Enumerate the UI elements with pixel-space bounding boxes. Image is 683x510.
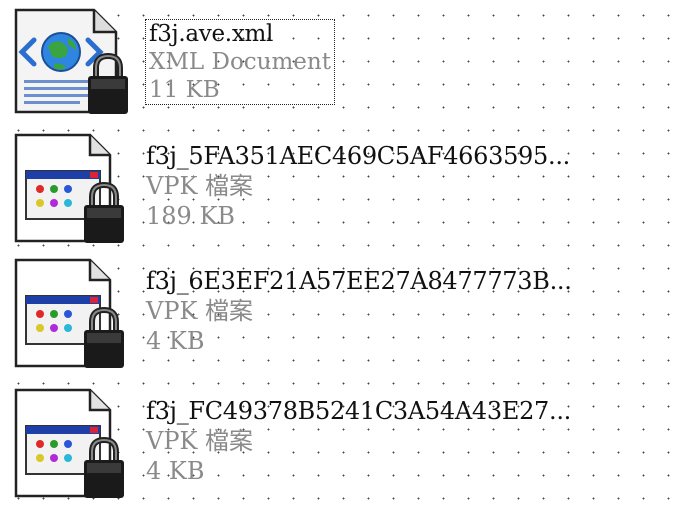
file-details: f3j_FC49378B5241C3A54A43E27... VPK 檔案 4 … <box>146 396 571 486</box>
file-details: f3j_6E3EF21A57EE27A8477773B... VPK 檔案 4 … <box>146 266 572 356</box>
file-size: 4 KB <box>146 457 205 485</box>
vpk-file-locked-icon <box>10 133 140 245</box>
file-size: 189 KB <box>146 202 236 230</box>
file-type: VPK 檔案 <box>146 427 254 455</box>
file-type: XML Document <box>149 49 331 75</box>
file-name: f3j_6E3EF21A57EE27A8477773B... <box>146 267 572 295</box>
file-name: f3j.ave.xml <box>149 21 274 47</box>
file-name: f3j_5FA351AEC469C5AF4663595... <box>146 142 570 170</box>
file-size: 4 KB <box>146 327 205 355</box>
file-item-xml[interactable]: f3j.ave.xml XML Document 11 KB <box>8 8 668 126</box>
file-name: f3j_FC49378B5241C3A54A43E27... <box>146 397 571 425</box>
file-list: f3j.ave.xml XML Document 11 KB f3j_5FA35… <box>0 0 683 510</box>
file-item-vpk-2[interactable]: f3j_6E3EF21A57EE27A8477773B... VPK 檔案 4 … <box>8 258 668 376</box>
file-details: f3j.ave.xml XML Document 11 KB <box>145 19 335 105</box>
xml-document-locked-icon <box>10 8 140 120</box>
vpk-file-locked-icon <box>10 388 140 500</box>
file-item-vpk-3[interactable]: f3j_FC49378B5241C3A54A43E27... VPK 檔案 4 … <box>8 388 668 506</box>
file-type: VPK 檔案 <box>146 172 254 200</box>
file-details: f3j_5FA351AEC469C5AF4663595... VPK 檔案 18… <box>146 141 570 231</box>
file-size: 11 KB <box>149 77 220 103</box>
vpk-file-locked-icon <box>10 258 140 370</box>
file-item-vpk-1[interactable]: f3j_5FA351AEC469C5AF4663595... VPK 檔案 18… <box>8 133 668 251</box>
file-type: VPK 檔案 <box>146 297 254 325</box>
